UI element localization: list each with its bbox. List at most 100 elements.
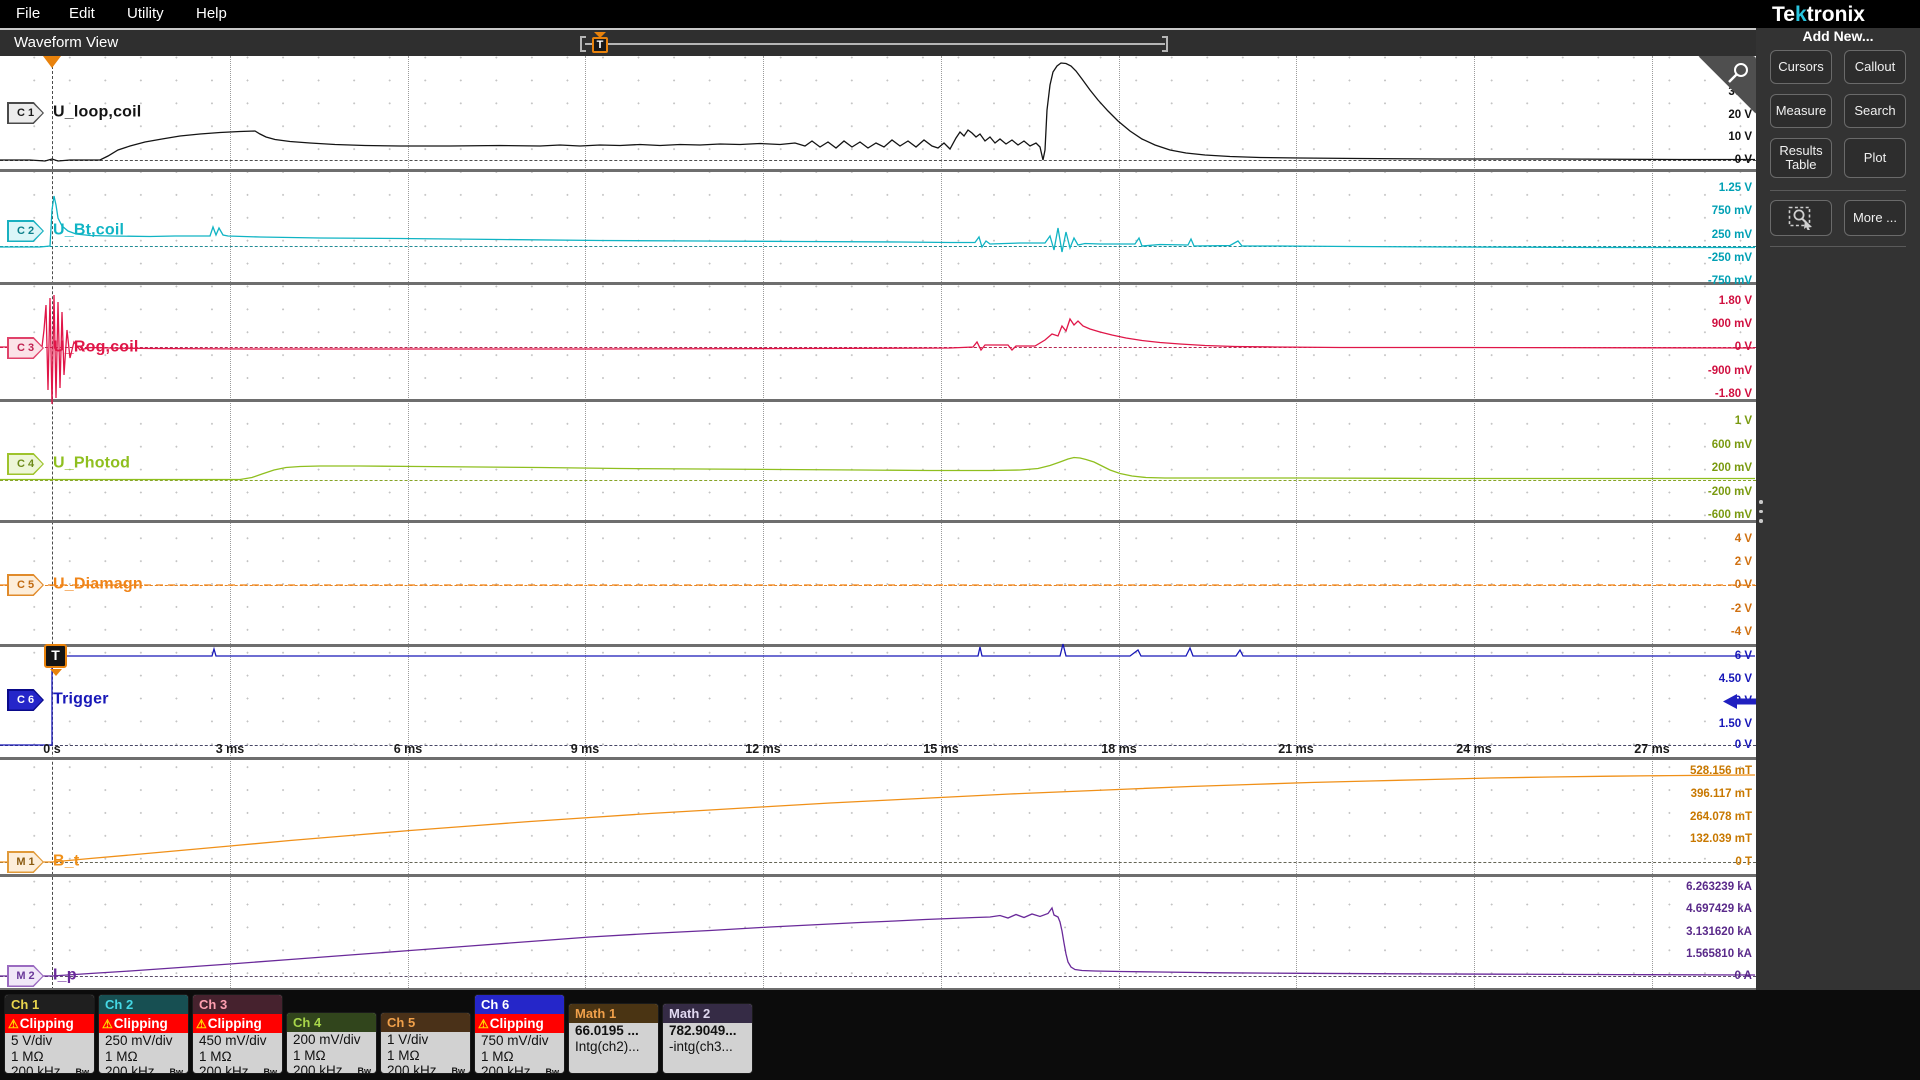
bottom-badge-math2[interactable]: Math 2 782.9049... -intg(ch3... — [662, 1003, 753, 1074]
C5-scale-label: -4 V — [1730, 625, 1752, 638]
clipping-warning: ⚠Clipping — [99, 1014, 188, 1033]
M1-scale-label: 132.039 mT — [1689, 833, 1752, 846]
panel-drag-handle[interactable] — [1758, 494, 1764, 524]
warning-icon: ⚠ — [8, 1017, 19, 1031]
M1-scale-label: 528.156 mT — [1689, 765, 1752, 777]
badge-row: 200 kHz Bᴡ — [193, 1064, 282, 1073]
M2-scale-label: 3.131620 kA — [1686, 925, 1752, 938]
bottom-badge-ch1[interactable]: Ch 1 ⚠Clipping 5 V/div 1 MΩ 200 kHz Bᴡ — [4, 994, 95, 1074]
C2-scale-label: 750 mV — [1711, 205, 1752, 217]
M1-trace-label: B_t — [53, 852, 80, 870]
C6-scale-label: 6 V — [1734, 650, 1752, 662]
measure-button[interactable]: Measure — [1770, 94, 1832, 128]
timeline-left-bracket[interactable] — [580, 36, 586, 52]
badge-row: 1 MΩ — [293, 1047, 326, 1063]
callout-button[interactable]: Callout — [1844, 50, 1906, 84]
badge-row: 1 MΩ — [481, 1048, 514, 1064]
badge-row: 1 MΩ — [11, 1048, 44, 1064]
C3-scale-label: 0 V — [1734, 341, 1752, 353]
bandwidth-limit-icon: Bᴡ — [169, 1067, 184, 1074]
waveform-view-titlebar: Waveform View T — [0, 28, 1756, 56]
badge-row: 1 MΩ — [199, 1048, 232, 1064]
badge-row: 200 kHz Bᴡ — [99, 1064, 188, 1074]
time-axis-label: 24 ms — [1456, 742, 1492, 756]
badge-row: 1 MΩ — [387, 1047, 420, 1063]
M2-badge-label: M 2 — [8, 966, 43, 986]
badge-row: 750 mV/div — [481, 1033, 549, 1048]
cursors-button[interactable]: Cursors — [1770, 50, 1832, 84]
search-button[interactable]: Search — [1844, 94, 1906, 128]
C5-badge-label: C 5 — [8, 575, 43, 595]
time-axis-label: 15 ms — [923, 742, 959, 756]
timeline-overview-bar[interactable] — [585, 43, 1165, 45]
time-axis-label: 12 ms — [745, 742, 781, 756]
tektronix-logo: Tektronix — [1772, 3, 1916, 27]
clipping-warning: ⚠Clipping — [5, 1014, 94, 1033]
badge-row: 5 V/div — [11, 1033, 53, 1048]
C3-scale-label: 1.80 V — [1718, 295, 1752, 307]
menu-help[interactable]: Help — [190, 0, 233, 28]
C6-trace-label: Trigger — [53, 690, 109, 708]
zoom-select-button[interactable] — [1770, 200, 1832, 236]
M1-badge-label: M 1 — [8, 852, 43, 872]
C2-scale-label: -250 mV — [1707, 252, 1752, 264]
C3-scale-label: -1.80 V — [1714, 388, 1752, 400]
bottom-badge-ch3[interactable]: Ch 3 ⚠Clipping 450 mV/div 1 MΩ 200 kHz Bᴡ — [192, 994, 283, 1074]
bandwidth-limit-icon: Bᴡ — [357, 1066, 372, 1074]
trigger-position-marker-icon[interactable] — [43, 56, 61, 68]
C3-scale-label: -900 mV — [1707, 364, 1752, 377]
bottom-badge-ch2[interactable]: Ch 2 ⚠Clipping 250 mV/div 1 MΩ 200 kHz Bᴡ — [98, 994, 189, 1074]
menu-utility[interactable]: Utility — [121, 0, 170, 28]
zoom-corner-button[interactable] — [1697, 56, 1756, 115]
C6-scale-label: 0 V — [1734, 739, 1752, 751]
time-axis-label: 27 ms — [1634, 742, 1670, 756]
C2-scale-label: 1.25 V — [1718, 182, 1752, 194]
time-axis-label: 0 s — [43, 742, 61, 756]
badge-header: Ch 5 — [381, 1013, 470, 1032]
timeline-trigger-marker-icon[interactable]: T — [592, 37, 608, 53]
timeline-right-bracket[interactable] — [1162, 36, 1168, 52]
badge-row: 782.9049... — [669, 1023, 737, 1038]
trigger-level-arrow-icon[interactable] — [1723, 693, 1756, 715]
C6-trace — [0, 643, 1755, 746]
badge-header: Ch 4 — [287, 1013, 376, 1032]
more-button[interactable]: More ... — [1844, 200, 1906, 236]
plot-button[interactable]: Plot — [1844, 138, 1906, 178]
C6-scale-label: 1.50 V — [1718, 717, 1752, 730]
badge-header: Ch 1 — [5, 995, 94, 1014]
badge-row: 200 mV/div — [293, 1032, 361, 1047]
C4-scale-label: -600 mV — [1707, 509, 1752, 521]
C5-scale-label: 2 V — [1734, 556, 1752, 568]
M2-scale-label: 4.697429 kA — [1686, 903, 1752, 915]
M2-scale-label: 1.565810 kA — [1686, 948, 1752, 960]
time-axis-label: 18 ms — [1101, 742, 1137, 756]
M1-scale-label: 396.117 mT — [1690, 787, 1752, 800]
menu-edit[interactable]: Edit — [63, 0, 101, 28]
C5-scale-label: -2 V — [1730, 602, 1752, 615]
badge-header: Ch 6 — [475, 995, 564, 1014]
waveform-graticule[interactable]: T 0 s 3 ms 6 ms 9 ms 12 ms 15 ms 18 ms 21 ms 24 … — [0, 56, 1756, 990]
add-new-heading: Add New... — [1802, 28, 1874, 44]
M1-scale-label: 0 T — [1735, 856, 1752, 868]
oscilloscope-app: File Edit Utility Help Tektronix Waveform V… — [0, 0, 1920, 1080]
C2-scale-label: 250 mV — [1711, 228, 1752, 241]
bottom-badge-math1[interactable]: Math 1 66.0195 ... Intg(ch2)... — [568, 1003, 659, 1074]
C2-scale-label: -750 mV — [1707, 275, 1752, 287]
bottom-badge-ch6[interactable]: Ch 6 ⚠Clipping 750 mV/div 1 MΩ 200 kHz Bᴡ — [474, 994, 565, 1074]
trigger-point-badge[interactable]: T — [44, 644, 67, 668]
badge-header: Ch 2 — [99, 995, 188, 1014]
C2-trace-label: U_Bt,coil — [53, 221, 125, 239]
time-axis-label: 3 ms — [215, 742, 245, 756]
warning-icon: ⚠ — [102, 1017, 113, 1031]
sidebar-separator — [1770, 246, 1906, 247]
menu-file[interactable]: File — [10, 0, 46, 28]
bandwidth-limit-icon: Bᴡ — [451, 1066, 466, 1074]
results-table-button[interactable]: Results Table — [1770, 138, 1832, 178]
bandwidth-limit-icon: Bᴡ — [75, 1067, 90, 1074]
bottom-badge-ch4[interactable]: Ch 4 200 mV/div 1 MΩ 200 kHz Bᴡ — [286, 1012, 377, 1074]
M2-trace-label: I_p — [53, 966, 77, 984]
C1-trace — [0, 62, 1755, 162]
bottom-badge-ch5[interactable]: Ch 51 V/div 1 MΩ 200 kHz Bᴡ — [380, 1012, 471, 1074]
logo-text-tail: tronix — [1806, 3, 1865, 26]
C2-trace — [0, 195, 1755, 253]
